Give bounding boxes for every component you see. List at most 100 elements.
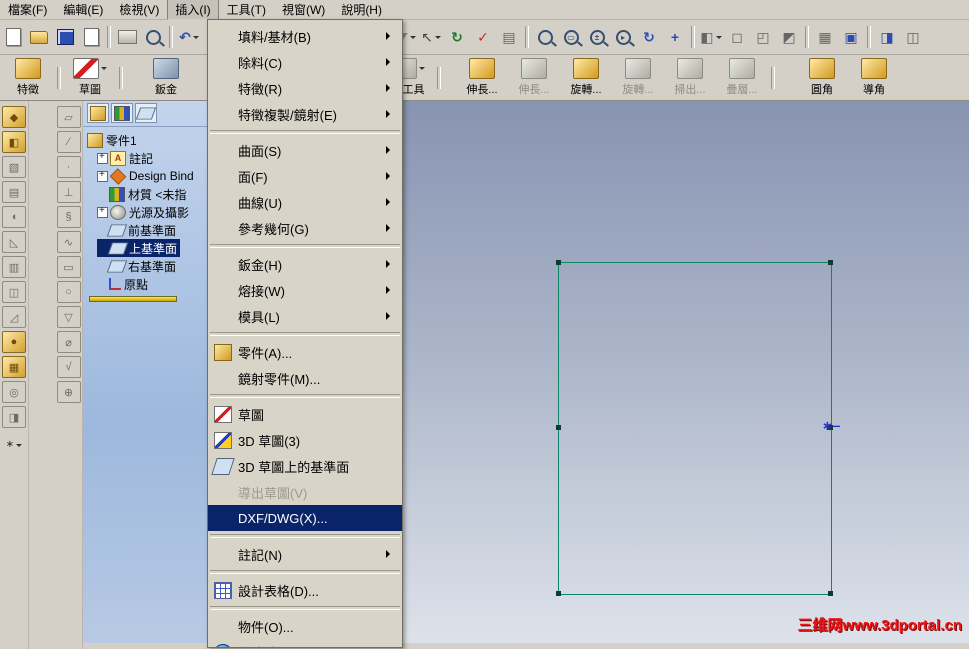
tree-item-material[interactable]: 材質 <未指 <box>97 185 206 203</box>
zoom-in-out-icon[interactable]: ± <box>585 25 609 49</box>
menu-item-molds[interactable]: 模具(L) <box>208 303 402 329</box>
rollback-bar[interactable] <box>89 296 177 302</box>
extrude-icon[interactable]: ◆ <box>2 106 26 128</box>
surface-finish-icon[interactable]: √ <box>56 356 81 378</box>
zoom-to-fit-icon[interactable] <box>533 25 557 49</box>
featuremanager-tab[interactable] <box>87 103 109 123</box>
menu-item-boss-base[interactable]: 填料/基材(B) <box>208 23 402 49</box>
menu-item-design-table[interactable]: 設計表格(D)... <box>208 577 402 603</box>
standard-views-icon[interactable]: ◧ <box>699 25 723 49</box>
expand-icon[interactable] <box>97 169 108 182</box>
menu-item-mirror-part[interactable]: 鏡射零件(M)... <box>208 365 402 391</box>
rotate-view-icon[interactable]: ↻ <box>637 25 661 49</box>
menu-insert[interactable]: 插入(I) <box>167 0 219 20</box>
curve-icon[interactable]: ∿ <box>56 231 81 253</box>
zoom-to-selection-icon[interactable]: ▸ <box>611 25 635 49</box>
front-view-icon[interactable]: ◻ <box>725 25 749 49</box>
menu-item-sheet-metal[interactable]: 鈑金(H) <box>208 251 402 277</box>
menu-item-features[interactable]: 特徵(R) <box>208 75 402 101</box>
sketch-rectangle[interactable] <box>558 262 832 595</box>
view-cube-icon[interactable]: ◨ <box>875 25 899 49</box>
extrude-boss-button[interactable]: 伸長... <box>456 56 508 98</box>
menu-help[interactable]: 說明(H) <box>333 0 390 20</box>
revolve-boss-button[interactable]: 旋轉... <box>560 56 612 98</box>
sheet-metal-group-button[interactable]: 鈑金 <box>140 56 192 98</box>
fillet-button[interactable]: 圓角 <box>796 56 848 98</box>
menu-item-hyperlink[interactable]: 超連結(Y)... <box>208 639 402 647</box>
menu-tools[interactable]: 工具(T) <box>219 0 274 20</box>
print-icon[interactable] <box>115 25 139 49</box>
tree-item-part[interactable]: 零件1 <box>87 131 206 149</box>
section-view-icon[interactable]: ◫ <box>901 25 925 49</box>
sweep-icon[interactable]: ▧ <box>2 156 26 178</box>
tree-item-lighting[interactable]: 光源及攝影 <box>97 203 206 221</box>
chamfer-icon[interactable]: ◺ <box>2 231 26 253</box>
shaded-icon[interactable]: ▣ <box>839 25 863 49</box>
sketch-vertex-handle[interactable] <box>828 260 833 265</box>
tree-item-right-plane[interactable]: 右基準面 <box>97 257 206 275</box>
draft-icon[interactable]: ◿ <box>2 306 26 328</box>
rebuild-icon[interactable]: ↻ <box>445 25 469 49</box>
menu-item-weldments[interactable]: 熔接(W) <box>208 277 402 303</box>
rib-icon[interactable]: ▥ <box>2 256 26 278</box>
menu-item-dxf-dwg[interactable]: DXF/DWG(X)... <box>208 505 402 531</box>
wireframe-icon[interactable]: ▦ <box>813 25 837 49</box>
menu-item-plane-on-3d-sketch[interactable]: 3D 草圖上的基準面 <box>208 453 402 479</box>
menu-item-object[interactable]: 物件(O)... <box>208 613 402 639</box>
sketch-vertex-handle[interactable] <box>828 591 833 596</box>
tree-item-annotations[interactable]: A 註記 <box>97 149 206 167</box>
datum-icon[interactable]: ▽ <box>56 306 81 328</box>
menu-item-derived-sketch[interactable]: 導出草圖(V) <box>208 479 402 505</box>
hole-wizard-icon[interactable]: ● <box>2 331 26 353</box>
tree-item-top-plane[interactable]: 上基準面 <box>97 239 181 257</box>
undo-icon[interactable]: ↶ <box>177 25 201 49</box>
menu-item-surface[interactable]: 曲面(S) <box>208 137 402 163</box>
revolve-cut-button[interactable]: 旋轉... <box>612 56 664 98</box>
menu-item-part[interactable]: 零件(A)... <box>208 339 402 365</box>
propertymanager-tab[interactable] <box>111 103 133 123</box>
select-dropdown-icon[interactable] <box>434 36 441 42</box>
menu-window[interactable]: 視窗(W) <box>274 0 333 20</box>
shell-icon[interactable]: ◫ <box>2 281 26 303</box>
point-tool-icon[interactable]: · <box>56 156 81 178</box>
open-icon[interactable] <box>27 25 51 49</box>
balloon-icon[interactable]: ○ <box>56 281 81 303</box>
tolerance-icon[interactable]: ⌀ <box>56 331 81 353</box>
tree-item-design-binder[interactable]: Design Bind <box>97 167 206 185</box>
new-icon[interactable] <box>1 25 25 49</box>
menu-item-curve[interactable]: 曲線(U) <box>208 189 402 215</box>
circular-pattern-icon[interactable]: ◎ <box>2 381 26 403</box>
features-group-button[interactable]: 特徵 <box>2 56 54 98</box>
expand-icon[interactable] <box>97 205 108 218</box>
loft-icon[interactable]: ▤ <box>2 181 26 203</box>
linear-pattern-icon[interactable]: ▦ <box>2 356 26 378</box>
undo-dropdown-icon[interactable] <box>192 36 199 42</box>
menu-view[interactable]: 檢視(V) <box>111 0 167 20</box>
toolbar-flyout-button[interactable]: ∗ <box>6 439 23 450</box>
menu-edit[interactable]: 編輯(E) <box>55 0 111 20</box>
menu-item-pattern-mirror[interactable]: 特徵複製/鏡射(E) <box>208 101 402 127</box>
tree-item-origin[interactable]: 原點 <box>97 275 206 293</box>
coordinate-system-icon[interactable]: ⊥ <box>56 181 81 203</box>
print-preview-icon[interactable] <box>141 25 165 49</box>
configurationmanager-tab[interactable] <box>135 103 157 123</box>
menu-item-reference-geometry[interactable]: 參考幾何(G) <box>208 215 402 241</box>
sketch-vertex-handle[interactable] <box>556 591 561 596</box>
menu-item-sketch[interactable]: 草圖 <box>208 401 402 427</box>
spell-check-icon[interactable]: ✓ <box>471 25 495 49</box>
views-dropdown-icon[interactable] <box>715 36 722 42</box>
menu-file[interactable]: 檔案(F) <box>0 0 55 20</box>
zoom-to-area-icon[interactable]: ▭ <box>559 25 583 49</box>
mirror-feature-icon[interactable]: ◨ <box>2 406 26 428</box>
sketch-vertex-handle[interactable] <box>556 260 561 265</box>
menu-item-annotations[interactable]: 註記(N) <box>208 541 402 567</box>
helix-icon[interactable]: § <box>56 206 81 228</box>
axis-tool-icon[interactable]: ∕ <box>56 131 81 153</box>
menu-item-3d-sketch[interactable]: 3D 草圖(3) <box>208 427 402 453</box>
isometric-view-icon[interactable]: ◩ <box>777 25 801 49</box>
sweep-button[interactable]: 掃出... <box>664 56 716 98</box>
sketch-vertex-handle[interactable] <box>556 425 561 430</box>
sketch-dropdown-icon[interactable] <box>101 67 107 73</box>
top-view-icon[interactable]: ◰ <box>751 25 775 49</box>
menu-item-cut[interactable]: 除料(C) <box>208 49 402 75</box>
